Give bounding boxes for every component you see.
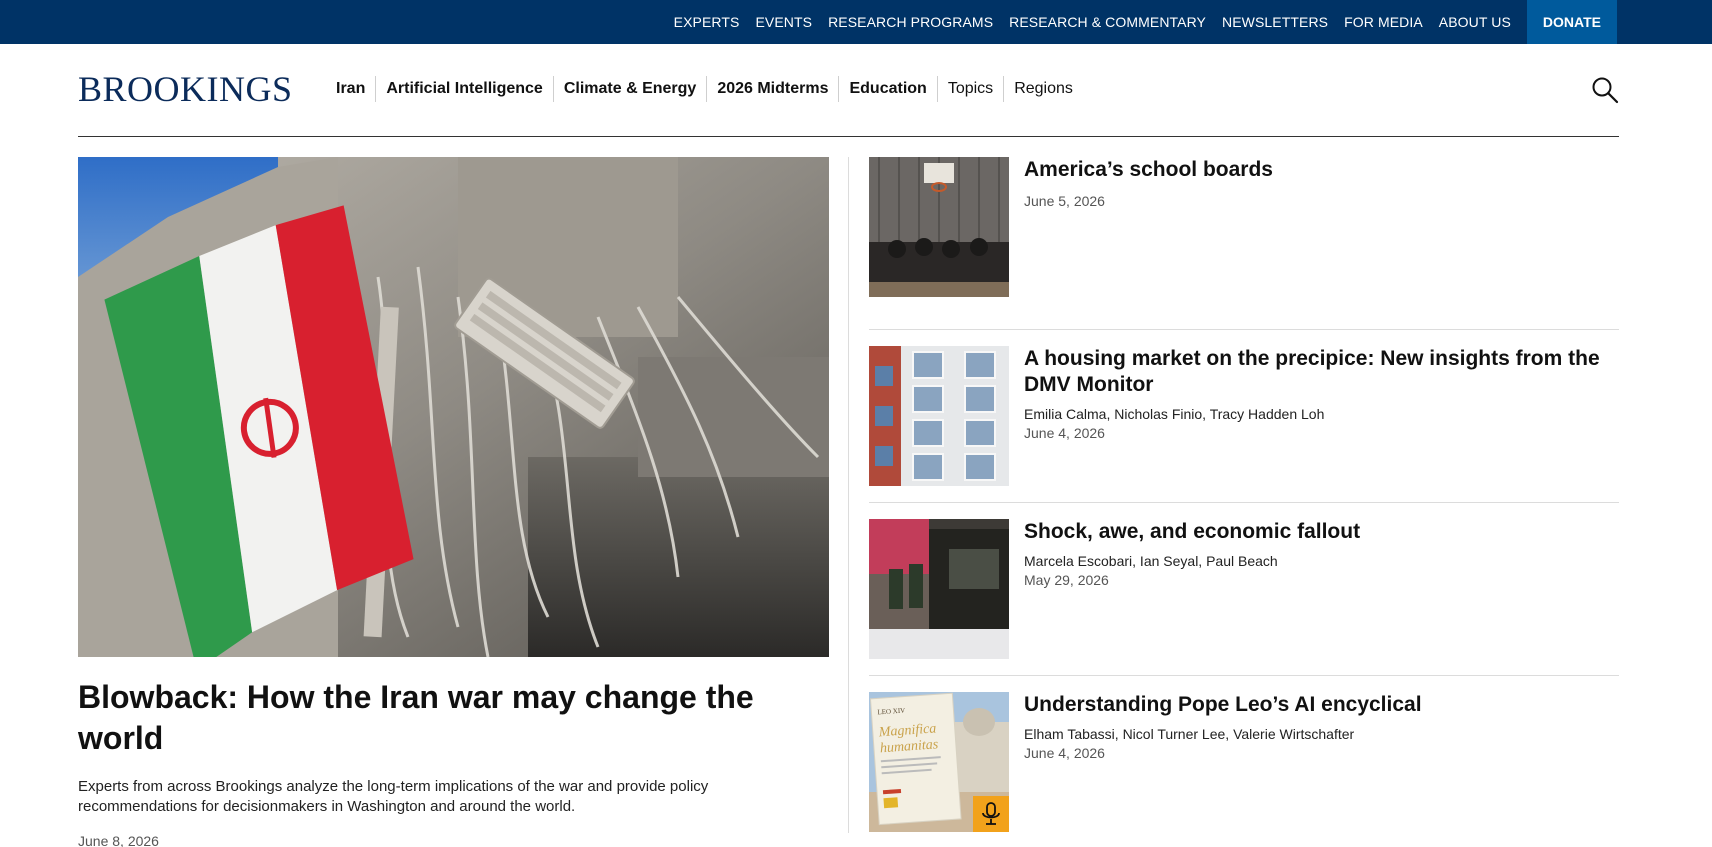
story-title[interactable]: Understanding Pope Leo’s AI encyclical xyxy=(1024,692,1609,718)
utility-link-events[interactable]: EVENTS xyxy=(755,14,812,30)
story-authors: Emilia Calma, Nicholas Finio, Tracy Hadd… xyxy=(1024,406,1325,422)
brookings-logo[interactable]: BROOKINGS xyxy=(78,68,293,110)
feature-title[interactable]: Blowback: How the Iran war may change th… xyxy=(78,677,829,759)
search-icon xyxy=(1592,77,1619,104)
utility-link-about-us[interactable]: ABOUT US xyxy=(1439,14,1511,30)
nav-item-topics[interactable]: Topics xyxy=(936,76,1003,102)
list-item: Shock, awe, and economic fallout Marcela… xyxy=(869,503,1619,676)
feature-date: June 8, 2026 xyxy=(78,833,159,847)
nav-item-iran[interactable]: Iran xyxy=(326,76,375,102)
podcast-badge xyxy=(973,796,1009,832)
microphone-icon xyxy=(982,802,1000,825)
story-thumbnail[interactable] xyxy=(869,157,1009,297)
utility-link-research-commentary[interactable]: RESEARCH & COMMENTARY xyxy=(1009,14,1206,30)
column-divider xyxy=(848,157,849,833)
story-thumbnail[interactable]: LEO XIV Magnifica humanitas xyxy=(869,692,1009,832)
story-authors: Elham Tabassi, Nicol Turner Lee, Valerie… xyxy=(1024,726,1355,742)
search-button[interactable] xyxy=(1591,76,1619,104)
nav-item-regions[interactable]: Regions xyxy=(1003,76,1083,102)
story-title[interactable]: America’s school boards xyxy=(1024,157,1609,183)
nav-item-2026-midterms[interactable]: 2026 Midterms xyxy=(706,76,838,102)
utility-link-for-media[interactable]: FOR MEDIA xyxy=(1344,14,1423,30)
list-item: LEO XIV Magnifica humanitas Understandin… xyxy=(869,676,1619,847)
story-title[interactable]: Shock, awe, and economic fallout xyxy=(1024,519,1609,545)
list-item: America’s school boards June 5, 2026 xyxy=(869,157,1619,330)
nav-item-artificial-intelligence[interactable]: Artificial Intelligence xyxy=(375,76,552,102)
utility-link-experts[interactable]: EXPERTS xyxy=(674,14,740,30)
utility-link-newsletters[interactable]: NEWSLETTERS xyxy=(1222,14,1328,30)
utility-bar: EXPERTS EVENTS RESEARCH PROGRAMS RESEARC… xyxy=(0,0,1712,44)
story-date: June 4, 2026 xyxy=(1024,425,1105,441)
story-date: May 29, 2026 xyxy=(1024,572,1109,588)
story-date: June 5, 2026 xyxy=(1024,193,1105,209)
donate-button[interactable]: DONATE xyxy=(1526,0,1617,44)
site-header: BROOKINGS Iran Artificial Intelligence C… xyxy=(78,44,1619,137)
story-date: June 4, 2026 xyxy=(1024,745,1105,761)
nav-item-climate-energy[interactable]: Climate & Energy xyxy=(552,76,706,102)
feature-image[interactable] xyxy=(78,157,829,657)
story-title[interactable]: A housing market on the precipice: New i… xyxy=(1024,346,1609,398)
story-authors: Marcela Escobari, Ian Seyal, Paul Beach xyxy=(1024,553,1278,569)
story-thumbnail[interactable] xyxy=(869,346,1009,486)
feature-story: Blowback: How the Iran war may change th… xyxy=(78,157,829,847)
feature-description: Experts from across Brookings analyze th… xyxy=(78,778,709,815)
utility-nav: EXPERTS EVENTS RESEARCH PROGRAMS RESEARC… xyxy=(658,0,1617,44)
story-thumbnail[interactable] xyxy=(869,519,1009,659)
nav-item-education[interactable]: Education xyxy=(838,76,936,102)
utility-link-research-programs[interactable]: RESEARCH PROGRAMS xyxy=(828,14,993,30)
story-list: America’s school boards June 5, 2026 A h… xyxy=(869,157,1619,847)
main-nav: Iran Artificial Intelligence Climate & E… xyxy=(326,76,1083,102)
list-item: A housing market on the precipice: New i… xyxy=(869,330,1619,503)
